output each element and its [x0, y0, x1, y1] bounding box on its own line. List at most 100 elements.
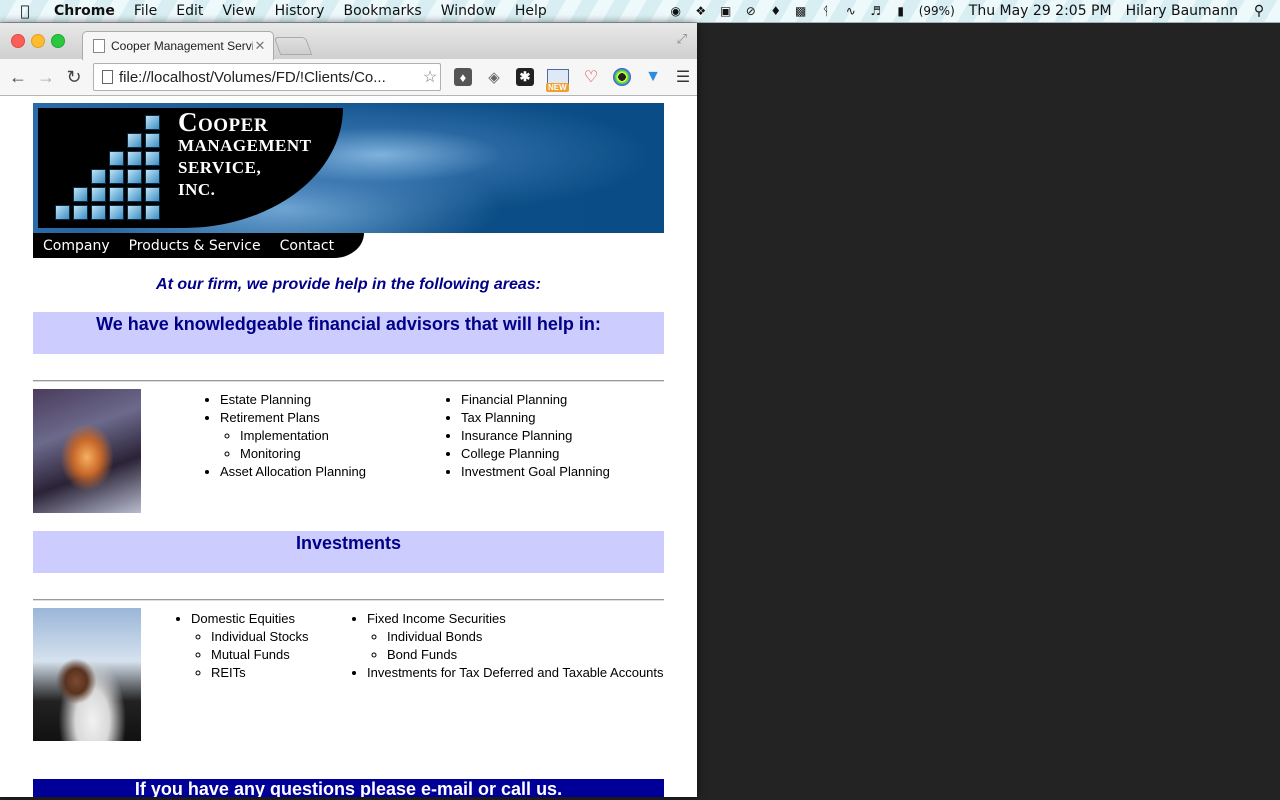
logo-square — [127, 151, 142, 166]
sync-icon[interactable]: ⊘ — [744, 4, 758, 18]
logo-square — [145, 115, 160, 130]
bluetooth-icon[interactable]: ᛩ — [819, 4, 833, 18]
logo-square — [73, 205, 88, 220]
site-nav: Company Products & Service Contact — [33, 233, 664, 258]
status-area: ◉ ❖ ▣ ⊘ ♦ ▩ ᛩ ∿ ♬ ▮ (99%) Thu May 29 2:0… — [669, 0, 1280, 22]
spotlight-search-icon[interactable]: ⚲ — [1252, 3, 1266, 19]
brand-management: Management — [178, 136, 312, 155]
logo-square — [109, 169, 124, 184]
volume-icon[interactable]: ♬ — [869, 4, 883, 18]
list-item: Investment Goal Planning — [461, 463, 610, 481]
menu-help[interactable]: Help — [515, 3, 547, 19]
list-item: Insurance Planning — [461, 427, 610, 445]
logo-square — [91, 187, 106, 202]
site-banner: Cooper Management Service, Inc. — [33, 103, 664, 233]
site-page: Cooper Management Service, Inc. Company … — [33, 103, 664, 741]
new-extension-icon[interactable]: NEW — [546, 68, 569, 92]
back-button[interactable]: ← — [8, 67, 28, 87]
battery-icon[interactable]: ▮ — [894, 4, 908, 18]
planning-list-left: Estate Planning Retirement Plans Impleme… — [200, 391, 366, 481]
apple-menu-icon[interactable]:  — [14, 2, 36, 20]
logo-square — [91, 169, 106, 184]
new-tab-button[interactable] — [273, 37, 313, 55]
list-item: REITs — [211, 664, 301, 682]
chrome-menu-icon[interactable]: ☰ — [674, 68, 692, 86]
list-item: Domestic Equities Individual Stocks Mutu… — [191, 610, 341, 682]
tab-strip: Cooper Management Servic ✕ ⤢ — [0, 23, 697, 60]
window-zoom-button[interactable] — [51, 34, 65, 48]
nav-products-link[interactable]: Products & Service — [129, 238, 261, 254]
logo-square — [127, 187, 142, 202]
menu-view[interactable]: View — [222, 3, 255, 19]
list-item: Bond Funds — [387, 646, 637, 664]
logo-square — [145, 133, 160, 148]
url-text[interactable]: file://localhost/Volumes/FD/!Clients/Co.… — [119, 69, 420, 86]
window-close-button[interactable] — [11, 34, 25, 48]
list-item-label: Domestic Equities — [191, 611, 296, 626]
list-item: Asset Allocation Planning — [220, 463, 366, 481]
menu-edit[interactable]: Edit — [176, 3, 203, 19]
investments-list-right: Fixed Income Securities Individual Bonds… — [347, 610, 664, 682]
headphones-icon[interactable]: ◉ — [669, 4, 683, 18]
page-icon — [93, 39, 105, 53]
browser-toolbar: ← → ↻ file://localhost/Volumes/FD/!Clien… — [0, 59, 697, 96]
menu-bar:  Chrome File Edit View History Bookmark… — [0, 0, 1280, 23]
investments-list-left: Domestic Equities Individual Stocks Mutu… — [171, 610, 341, 682]
new-badge: NEW — [546, 83, 569, 92]
list-item: Individual Bonds — [387, 628, 637, 646]
logo-square — [145, 187, 160, 202]
list-item: Estate Planning — [220, 391, 366, 409]
logo-square — [127, 205, 142, 220]
list-item-label: Retirement Plans — [220, 410, 320, 425]
divider — [33, 599, 664, 601]
logo-square — [145, 169, 160, 184]
tag-extension-icon[interactable]: ◈ — [485, 68, 503, 86]
dropbox-icon[interactable]: ❖ — [694, 4, 708, 18]
logo-square — [109, 205, 124, 220]
menu-history[interactable]: History — [275, 3, 325, 19]
address-bar[interactable]: file://localhost/Volumes/FD/!Clients/Co.… — [93, 63, 441, 91]
list-item: Retirement Plans Implementation Monitori… — [220, 409, 366, 463]
tab-title: Cooper Management Servic — [111, 39, 253, 53]
equities-sublist: Individual Stocks Mutual Funds REITs — [191, 628, 309, 682]
divider — [33, 380, 664, 382]
reload-button[interactable]: ↻ — [64, 67, 84, 87]
page-viewport[interactable]: Cooper Management Service, Inc. Company … — [0, 96, 697, 797]
nav-company-link[interactable]: Company — [43, 238, 110, 254]
logo-square — [145, 151, 160, 166]
bookmark-star-icon[interactable]: ☆ — [420, 67, 440, 87]
asterisk-extension-icon[interactable]: ✱ — [516, 68, 534, 86]
brand-service: Service, — [178, 158, 262, 177]
drop-extension-icon[interactable]: ▼ — [644, 68, 662, 86]
tab-cooper-management[interactable]: Cooper Management Servic ✕ — [82, 31, 274, 60]
brand-inc: Inc. — [178, 180, 216, 199]
intro-text: At our firm, we provide help in the foll… — [156, 276, 541, 293]
logo-text: Cooper Management Service, Inc. — [178, 109, 312, 201]
list-item: Fixed Income Securities Individual Bonds… — [367, 610, 637, 664]
menu-bookmarks[interactable]: Bookmarks — [343, 3, 421, 19]
list-item: College Planning — [461, 445, 610, 463]
window-minimize-button[interactable] — [31, 34, 45, 48]
menu-window[interactable]: Window — [441, 3, 496, 19]
wifi-icon[interactable]: ∿ — [844, 4, 858, 18]
truck-icon[interactable]: ▩ — [794, 4, 808, 18]
contact-banner: If you have any questions please e-mail … — [33, 779, 664, 797]
menu-file[interactable]: File — [134, 3, 157, 19]
list-item: Implementation — [240, 427, 366, 445]
menu-app-name[interactable]: Chrome — [54, 3, 115, 19]
heart-extension-icon[interactable]: ♡ — [582, 68, 600, 86]
list-item: Mutual Funds — [211, 646, 301, 664]
evernote-extension-icon[interactable]: ♦ — [454, 68, 472, 86]
fixed-income-sublist: Individual Bonds Bond Funds — [367, 628, 637, 664]
evernote-icon[interactable]: ♦ — [769, 4, 783, 18]
tab-close-icon[interactable]: ✕ — [253, 38, 267, 54]
html5-icon[interactable]: ▣ — [719, 4, 733, 18]
color-wheel-extension-icon[interactable] — [613, 68, 631, 86]
list-item: Investments for Tax Deferred and Taxable… — [367, 664, 664, 682]
clock[interactable]: Thu May 29 2:05 PM — [969, 3, 1112, 19]
list-item-label: Fixed Income Securities — [367, 611, 506, 626]
nav-contact-link[interactable]: Contact — [280, 238, 334, 254]
fullscreen-icon[interactable]: ⤢ — [677, 31, 687, 47]
user-name[interactable]: Hilary Baumann — [1126, 3, 1238, 19]
forward-button[interactable]: → — [36, 67, 56, 87]
